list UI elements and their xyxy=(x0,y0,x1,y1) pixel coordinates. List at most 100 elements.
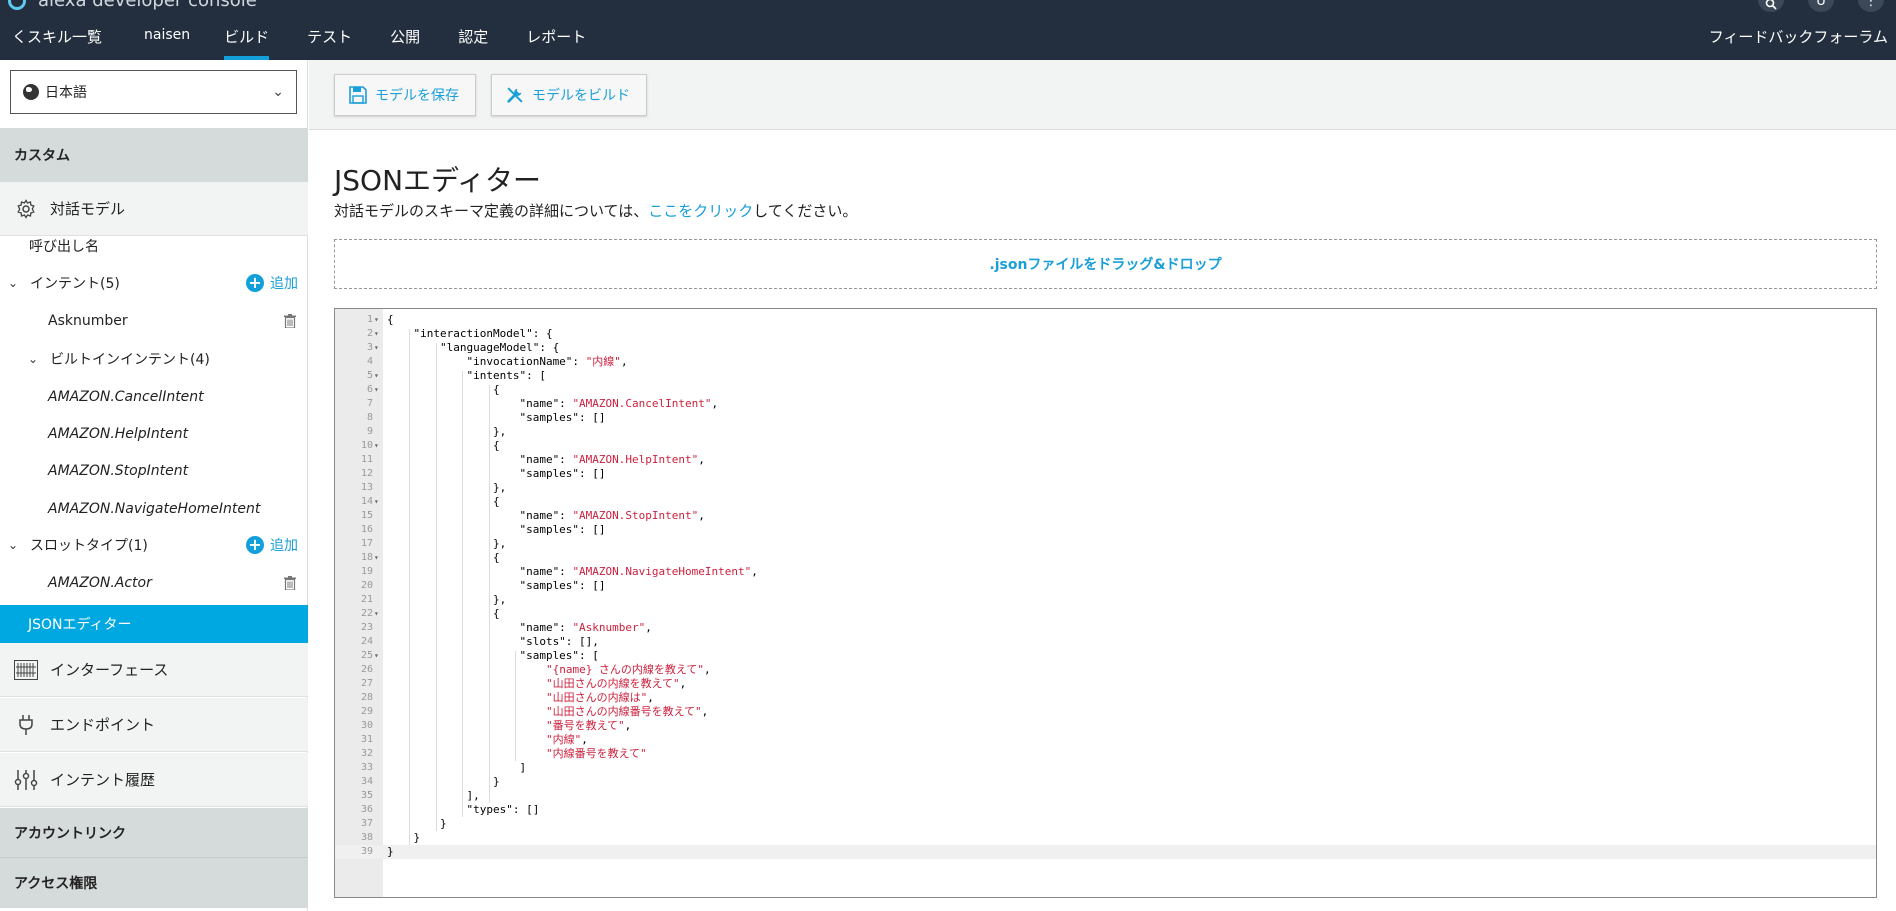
code-line[interactable]: 31 "内線", xyxy=(335,733,1876,747)
build-model-button[interactable]: モデルをビルド xyxy=(491,74,647,116)
sidebar-item-invocation-name[interactable]: 呼び出し名 xyxy=(0,231,308,261)
json-code-editor[interactable]: 1 ▾{2 ▾ "interactionModel": {3 ▾ "languageM… xyxy=(334,308,1877,898)
sidebar-item-endpoint[interactable]: エンドポイント xyxy=(0,698,308,752)
trash-icon[interactable] xyxy=(284,576,296,591)
schema-docs-link[interactable]: ここをクリック xyxy=(648,202,753,220)
fold-toggle-icon[interactable]: ▾ xyxy=(374,649,379,663)
fold-toggle-icon[interactable]: ▾ xyxy=(374,495,379,509)
code-line[interactable]: 11 "name": "AMAZON.HelpIntent", xyxy=(335,453,1876,467)
code-line[interactable]: 19 "name": "AMAZON.NavigateHomeIntent", xyxy=(335,565,1876,579)
tab-test[interactable]: テスト xyxy=(307,20,352,60)
code-line[interactable]: 7 "name": "AMAZON.CancelIntent", xyxy=(335,397,1876,411)
sidebar-item-intent-asknumber[interactable]: Asknumber xyxy=(0,306,308,336)
search-icon[interactable] xyxy=(1758,0,1784,12)
fold-toggle-icon[interactable]: ▾ xyxy=(374,607,379,621)
trash-icon[interactable] xyxy=(284,314,296,329)
code-text: "name": "AMAZON.CancelIntent", xyxy=(387,397,719,410)
add-slot-type-button[interactable]: + 追加 xyxy=(246,535,298,555)
code-line[interactable]: 27 "山田さんの内線を教えて", xyxy=(335,677,1876,691)
code-line[interactable]: 36 "types": [] xyxy=(335,803,1876,817)
code-line[interactable]: 23 "name": "Asknumber", xyxy=(335,621,1876,635)
code-line[interactable]: 2 ▾ "interactionModel": { xyxy=(335,327,1876,341)
sidebar-item-dialog-model[interactable]: 対話モデル xyxy=(0,182,308,236)
code-line[interactable]: 13 }, xyxy=(335,481,1876,495)
sidebar-item-label: スロットタイプ(1) xyxy=(30,538,148,554)
skill-name[interactable]: naisen xyxy=(144,20,190,60)
locale-dropdown[interactable]: 日本語 ⌄ xyxy=(10,70,297,114)
fold-toggle-icon[interactable]: ▾ xyxy=(374,551,379,565)
sidebar-item-builtin-intent[interactable]: AMAZON.HelpIntent xyxy=(0,419,308,449)
fold-toggle-icon[interactable]: ▾ xyxy=(374,383,379,397)
alexa-logo-icon xyxy=(8,0,26,10)
line-number: 4 xyxy=(366,356,373,367)
sidebar-item-slot-types[interactable]: ⌄ スロットタイプ(1) + 追加 xyxy=(0,530,308,560)
gear-icon xyxy=(14,197,38,221)
code-line[interactable]: 20 "samples": [] xyxy=(335,579,1876,593)
fold-toggle-icon[interactable]: ▾ xyxy=(374,439,379,453)
code-line[interactable]: 9 }, xyxy=(335,425,1876,439)
code-line[interactable]: 10 ▾ { xyxy=(335,439,1876,453)
save-model-button[interactable]: モデルを保存 xyxy=(334,74,476,116)
code-line[interactable]: 35 ], xyxy=(335,789,1876,803)
code-line[interactable]: 4 "invocationName": "内線", xyxy=(335,355,1876,369)
tab-build[interactable]: ビルド xyxy=(224,20,270,60)
sidebar-item-intents[interactable]: ⌄ インテント(5) + 追加 xyxy=(0,268,308,298)
code-line[interactable]: 17 }, xyxy=(335,537,1876,551)
user-avatar[interactable]: U xyxy=(1808,0,1834,12)
sidebar-item-intent-history[interactable]: インテント履歴 xyxy=(0,753,308,807)
code-line[interactable]: 30 "番号を教えて", xyxy=(335,719,1876,733)
sidebar-item-json-editor[interactable]: JSONエディター xyxy=(0,605,308,643)
plus-circle-icon: + xyxy=(246,536,264,554)
fold-toggle-icon[interactable]: ▾ xyxy=(374,327,379,341)
code-line[interactable]: 6 ▾ { xyxy=(335,383,1876,397)
code-line[interactable]: 33 ] xyxy=(335,761,1876,775)
code-line[interactable]: 34 } xyxy=(335,775,1876,789)
code-line[interactable]: 22 ▾ { xyxy=(335,607,1876,621)
code-line[interactable]: 12 "samples": [] xyxy=(335,467,1876,481)
section-account-linking[interactable]: アカウントリンク xyxy=(0,808,308,858)
code-line[interactable]: 26 "{name} さんの内線を教えて", xyxy=(335,663,1876,677)
code-line[interactable]: 32 "内線番号を教えて" xyxy=(335,747,1876,761)
fold-toggle-icon[interactable]: ▾ xyxy=(374,313,379,327)
code-line[interactable]: 14 ▾ { xyxy=(335,495,1876,509)
code-line[interactable]: 3 ▾ "languageModel": { xyxy=(335,341,1876,355)
sidebar-item-slot-type-actor[interactable]: AMAZON.Actor xyxy=(0,568,308,598)
code-line[interactable]: 29 "山田さんの内線番号を教えて", xyxy=(335,705,1876,719)
code-line[interactable]: 37 } xyxy=(335,817,1876,831)
sidebar-item-builtin-intent[interactable]: AMAZON.NavigateHomeIntent xyxy=(0,494,308,524)
app-brand[interactable]: alexa developer console xyxy=(8,0,257,11)
code-line[interactable]: 21 }, xyxy=(335,593,1876,607)
code-line[interactable]: 24 "slots": [], xyxy=(335,635,1876,649)
back-to-skills-link[interactable]: くスキル一覧 xyxy=(12,20,102,60)
fold-toggle-icon[interactable]: ▾ xyxy=(374,341,379,355)
add-intent-button[interactable]: + 追加 xyxy=(246,273,298,293)
tab-reports[interactable]: レポート xyxy=(526,20,586,60)
code-line[interactable]: 28 "山田さんの内線は", xyxy=(335,691,1876,705)
fold-toggle-icon[interactable]: ▾ xyxy=(374,369,379,383)
code-line[interactable]: 18 ▾ { xyxy=(335,551,1876,565)
sidebar-item-builtin-intent[interactable]: AMAZON.CancelIntent xyxy=(0,382,308,412)
code-line[interactable]: 5 ▾ "intents": [ xyxy=(335,369,1876,383)
code-line[interactable]: 39} xyxy=(335,845,1876,859)
code-line[interactable]: 16 "samples": [] xyxy=(335,523,1876,537)
sidebar-item-builtin-intents[interactable]: ⌄ ビルトインインテント(4) xyxy=(0,344,308,374)
code-text: }, xyxy=(387,481,507,494)
code-text: "内線", xyxy=(545,733,588,746)
json-file-dropzone[interactable]: .jsonファイルをドラッグ&ドロップ xyxy=(334,239,1877,289)
tab-publish[interactable]: 公開 xyxy=(390,20,420,60)
tab-certification[interactable]: 認定 xyxy=(458,20,488,60)
section-permissions[interactable]: アクセス権限 xyxy=(0,858,308,908)
sidebar-item-interfaces[interactable]: インターフェース xyxy=(0,643,308,697)
code-text: { xyxy=(387,607,500,620)
code-line[interactable]: 15 "name": "AMAZON.StopIntent", xyxy=(335,509,1876,523)
line-number: 25 xyxy=(360,650,373,661)
code-line[interactable]: 8 "samples": [] xyxy=(335,411,1876,425)
sidebar-item-label: 対話モデル xyxy=(50,200,126,218)
sidebar-item-builtin-intent[interactable]: AMAZON.StopIntent xyxy=(0,456,308,486)
code-line[interactable]: 1 ▾ { xyxy=(335,313,1876,327)
code-line[interactable]: 25 ▾ "samples": [ xyxy=(335,649,1876,663)
feedback-forum-link[interactable]: フィードバックフォーラム xyxy=(1709,26,1888,47)
more-options-icon[interactable]: ⋮ xyxy=(1858,0,1884,12)
section-custom[interactable]: カスタム xyxy=(0,128,308,182)
code-line[interactable]: 38 } xyxy=(335,831,1876,845)
